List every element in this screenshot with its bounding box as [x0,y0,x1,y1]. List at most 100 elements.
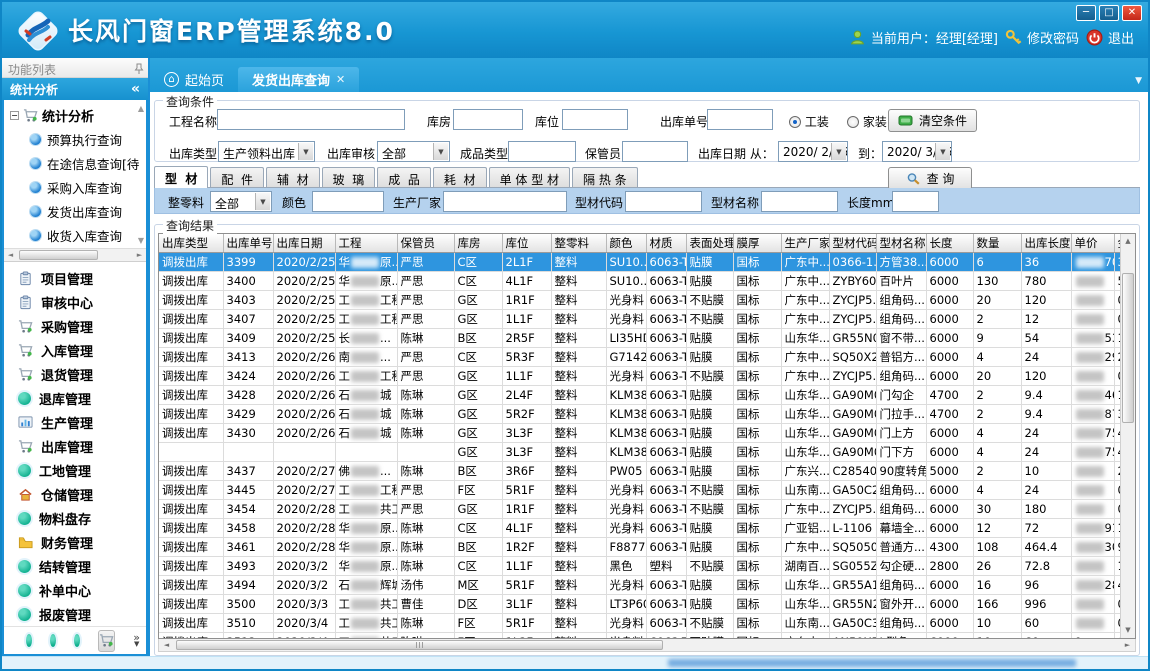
table-row[interactable]: 调拨出库34542020/2/28工共工程严思G区1R1F整料光身料6063-T… [159,499,1120,518]
location-input[interactable] [562,109,628,130]
table-row[interactable]: 调拨出库34612020/2/28华原...陈琳B区1R2F整料F8877FT6… [159,537,1120,556]
sidebar-item-物料盘存[interactable]: 物料盘存 [4,506,146,530]
table-row[interactable]: G区3L3F整料KLM38176063-T5贴膜国标山东华...GA90M09.… [159,442,1120,461]
column-header[interactable]: 长度 [926,234,973,252]
tree-scroll-thumb[interactable] [19,250,98,260]
sidebar-item-项目管理[interactable]: 项目管理 [4,266,146,290]
table-row[interactable]: 调拨出库34242020/2/26工工程严思G区1L1F整料光身料6063-T5… [159,366,1120,385]
sidebar-item-退库管理[interactable]: 退库管理 [4,386,146,410]
column-header[interactable]: 表面处理 [686,234,733,252]
sidebar-item-审核中心[interactable]: 审核中心 [4,290,146,314]
scroll-right-icon[interactable]: ► [133,251,146,259]
column-header[interactable]: 工程 [335,234,397,252]
table-row[interactable]: 调拨出库33992020/2/25华原...严思C区2L1F整料SU10...6… [159,252,1120,271]
whole-part-select[interactable]: 全部▼ [210,191,272,212]
vertical-scroll-thumb[interactable] [1122,273,1134,423]
tree-item[interactable]: 发货出库查询 [10,199,132,223]
change-password-button[interactable]: 修改密码 [1005,28,1079,47]
table-row[interactable]: 调拨出库35102020/3/4工共工程陈琳F区5R1F整料光身料6063-T5… [159,613,1120,632]
close-button[interactable]: ✕ [1122,5,1142,21]
sidebar-footer-cart-button[interactable] [98,630,115,652]
module-dot-icon[interactable] [50,634,56,647]
table-row[interactable]: 调拨出库34092020/2/25长...陈琳B区2R5F整料LI35HD606… [159,328,1120,347]
sidebar-item-入库管理[interactable]: 入库管理 [4,338,146,362]
tab-overflow-icon[interactable]: ▼ [1135,76,1142,86]
column-header[interactable]: 膜厚 [733,234,781,252]
table-row[interactable]: 调拨出库34302020/2/26石城陈琳G区3L3F整料KLM38176063… [159,423,1120,442]
scroll-down-icon[interactable]: ▼ [1121,623,1135,638]
tree-scroll-up-icon[interactable]: ▲ [138,104,144,113]
tree-item[interactable]: 采购入库查询 [10,175,132,199]
tree-scroll-down-icon[interactable]: ▼ [138,236,144,245]
tree-expander-icon[interactable]: − [10,111,19,120]
tab-close-icon[interactable]: ✕ [336,73,345,86]
column-header[interactable]: 材质 [646,234,686,252]
column-header[interactable]: 整零料 [551,234,606,252]
logout-button[interactable]: 退出 [1086,28,1134,47]
pin-icon[interactable] [134,63,144,75]
keeper-input[interactable] [622,141,688,162]
column-header[interactable]: 单价 [1071,234,1114,252]
horizontal-scroll-thumb[interactable] [176,640,663,650]
sidebar-item-退货管理[interactable]: 退货管理 [4,362,146,386]
column-header[interactable]: 保管员 [397,234,454,252]
material-tab[interactable]: 成 品 [377,167,431,187]
sidebar-group-header[interactable]: 统计分析 « [2,78,148,100]
material-tab[interactable]: 单 体 型 材 [489,167,570,187]
search-button[interactable]: 查 询 [888,167,972,190]
manufacturer-input[interactable] [443,191,567,212]
tree-item[interactable]: 收货入库查询 [10,223,132,247]
column-header[interactable]: 型材名称 [876,234,926,252]
column-header[interactable]: 数量 [973,234,1021,252]
table-row[interactable]: 调拨出库34282020/2/26石城陈琳G区2L4F整料KLM38176063… [159,385,1120,404]
material-tab[interactable]: 辅 材 [266,167,320,187]
tab-shipment-outbound-query[interactable]: 发货出库查询 ✕ [238,67,359,92]
sidebar-item-出库管理[interactable]: 出库管理 [4,434,146,458]
radio-off-icon[interactable] [847,116,859,128]
table-row[interactable]: 调拨出库34942020/3/2石辉城汤伟M区5R1F整料光身料6063-T5贴… [159,575,1120,594]
module-dot-icon[interactable] [26,634,32,647]
outbound-type-select[interactable]: 生产领料出库▼ [218,141,315,162]
column-header[interactable]: 生产厂家 [781,234,829,252]
column-header[interactable]: 库房 [454,234,502,252]
sidebar-item-采购管理[interactable]: 采购管理 [4,314,146,338]
minimize-button[interactable]: ─ [1076,5,1096,21]
product-type-input[interactable] [508,141,576,162]
column-header[interactable]: 金额 [1114,234,1120,252]
column-header[interactable]: 颜色 [606,234,646,252]
table-row[interactable]: 调拨出库34932020/3/2华原...陈琳C区1L1F整料黑色塑料不贴膜国标… [159,556,1120,575]
table-row[interactable]: 调拨出库35122020/3/4工共工程陈琳F区1L2F整料光身料6063-T5… [159,632,1120,638]
table-row[interactable]: 调拨出库34032020/2/25工工程严思G区1R1F整料光身料6063-T5… [159,290,1120,309]
column-header[interactable]: 库位 [502,234,551,252]
sidebar-item-仓储管理[interactable]: 仓储管理 [4,482,146,506]
radio-on-icon[interactable] [789,116,801,128]
date-from-select[interactable]: 2020/ 2/16▼ [778,141,848,162]
table-row[interactable]: 调拨出库34292020/2/26石城陈琳G区5R2F整料KLM38176063… [159,404,1120,423]
material-tab[interactable]: 型 材 [154,166,208,188]
table-row[interactable]: 调拨出库35002020/3/3工共工程曹佳D区3L1F整料LT3P606063… [159,594,1120,613]
order-no-input[interactable] [707,109,773,130]
scroll-right-icon[interactable]: ► [1120,639,1135,651]
scroll-up-icon[interactable]: ▲ [1121,234,1135,249]
project-name-input[interactable] [217,109,405,130]
table-row[interactable]: 调拨出库34132020/2/26南...严思C区5R3F整料G71422606… [159,347,1120,366]
material-tab[interactable]: 隔 热 条 [572,167,638,187]
sidebar-item-报废管理[interactable]: 报废管理 [4,602,146,626]
table-row[interactable]: 调拨出库34582020/2/28华原...陈琳C区4L1F整料光身料6063-… [159,518,1120,537]
material-tab[interactable]: 配 件 [210,167,264,187]
tree-item[interactable]: 在途信息查询[待 [10,151,132,175]
column-header[interactable]: 出库日期 [273,234,335,252]
tree-root[interactable]: − 统计分析 [10,104,132,127]
tab-home[interactable]: ⌂ 起始页 [150,67,238,92]
scroll-left-icon[interactable]: ◄ [159,639,174,651]
table-row[interactable]: 调拨出库34072020/2/25工工程严思G区1L1F整料光身料6063-T5… [159,309,1120,328]
warehouse-input[interactable] [453,109,523,130]
sidebar-item-结转管理[interactable]: 结转管理 [4,554,146,578]
tree-item[interactable]: 预算执行查询 [10,127,132,151]
audit-select[interactable]: 全部▼ [377,141,450,162]
collapse-icon[interactable]: « [131,81,140,97]
profile-name-input[interactable] [761,191,838,212]
clear-conditions-button[interactable]: 清空条件 [888,109,977,132]
length-input[interactable] [892,191,939,212]
column-header[interactable]: 型材代码 [829,234,876,252]
